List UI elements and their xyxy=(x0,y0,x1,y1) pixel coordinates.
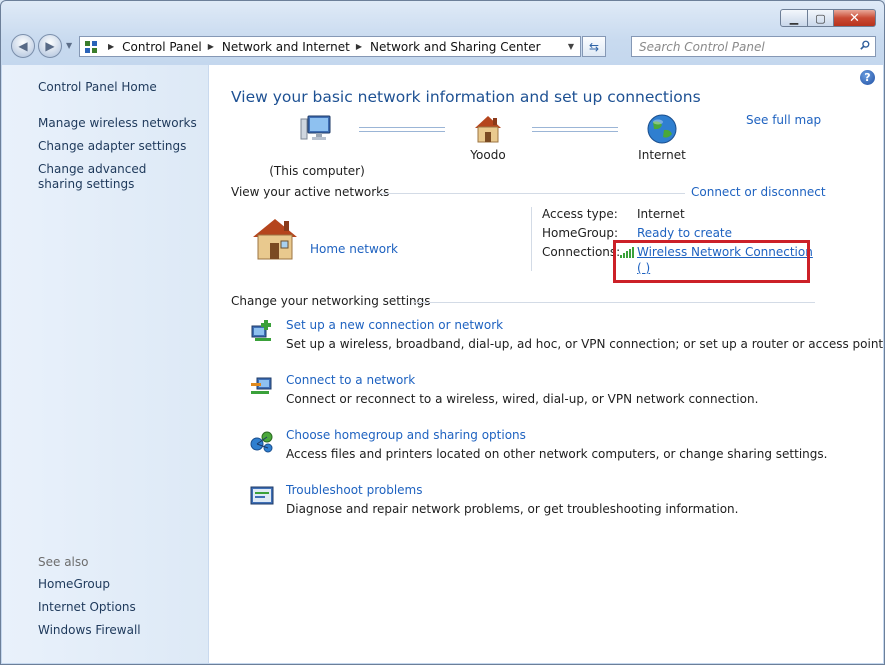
home-network-link[interactable]: Home network xyxy=(310,242,398,256)
internet-options-link[interactable]: Internet Options xyxy=(38,600,136,615)
access-type-label: Access type: xyxy=(542,207,618,221)
left-navigation-pane: Control Panel Home Manage wireless netwo… xyxy=(2,65,209,663)
chevron-right-icon[interactable]: ▶ xyxy=(208,42,214,51)
connect-or-disconnect-link[interactable]: Connect or disconnect xyxy=(691,185,826,199)
help-button[interactable]: ? xyxy=(860,70,875,85)
map-internet[interactable] xyxy=(639,113,685,148)
networking-settings-heading: Change your networking settings xyxy=(231,294,431,308)
section-divider xyxy=(413,302,815,303)
address-dropdown-button[interactable]: ▼ xyxy=(562,37,580,56)
troubleshoot-icon[interactable] xyxy=(249,483,275,509)
homegroup-link[interactable]: HomeGroup xyxy=(38,577,110,592)
troubleshoot-problems-link[interactable]: Troubleshoot problems xyxy=(286,483,422,497)
minimize-button[interactable]: ▁ xyxy=(780,9,808,27)
help-icon: ? xyxy=(864,71,871,84)
troubleshoot-problems-description: Diagnose and repair network problems, or… xyxy=(286,502,739,516)
maximize-button[interactable]: ▢ xyxy=(808,9,834,27)
map-computer[interactable] xyxy=(275,113,357,148)
homegroup-sharing-link[interactable]: Choose homegroup and sharing options xyxy=(286,428,526,442)
change-advanced-sharing-link[interactable]: Change advanced sharing settings xyxy=(38,162,188,192)
windows-firewall-link[interactable]: Windows Firewall xyxy=(38,623,141,638)
forward-button[interactable]: ▶ xyxy=(38,34,62,58)
homegroup-sharing-description: Access files and printers located on oth… xyxy=(286,447,828,461)
breadcrumb-network-and-internet[interactable]: Network and Internet xyxy=(222,40,350,54)
breadcrumb-network-and-sharing-center[interactable]: Network and Sharing Center xyxy=(370,40,541,54)
connect-to-network-link[interactable]: Connect to a network xyxy=(286,373,415,387)
internet-label: Internet xyxy=(638,148,686,162)
close-button[interactable]: ✕ xyxy=(834,9,876,27)
manage-wireless-networks-link[interactable]: Manage wireless networks xyxy=(38,116,197,131)
arrow-right-icon: ▶ xyxy=(45,39,55,53)
connect-network-icon[interactable] xyxy=(249,373,275,399)
network-sharing-center-window: ▁ ▢ ✕ ◀ ▶ ▼ ▶ Control Panel ▶ Network an… xyxy=(0,0,885,665)
chevron-right-icon[interactable]: ▶ xyxy=(356,42,362,51)
map-router[interactable] xyxy=(465,113,511,148)
search-icon[interactable] xyxy=(860,40,870,50)
computer-icon xyxy=(300,115,331,140)
refresh-icon: ⇆ xyxy=(588,39,600,54)
globe-icon xyxy=(647,114,677,144)
recent-pages-dropdown[interactable]: ▼ xyxy=(66,41,72,50)
map-connection-line xyxy=(359,127,445,132)
homegroup-label: HomeGroup: xyxy=(542,226,619,240)
computer-label: (This computer) xyxy=(269,164,365,178)
router-label: Yoodo xyxy=(470,148,506,162)
navigation-bar: ◀ ▶ ▼ ▶ Control Panel ▶ Network and Inte… xyxy=(9,34,876,60)
control-panel-home-link[interactable]: Control Panel Home xyxy=(38,80,157,95)
home-network-icon[interactable] xyxy=(249,215,301,263)
page-title: View your basic network information and … xyxy=(231,88,701,106)
chevron-right-icon[interactable]: ▶ xyxy=(108,42,114,51)
house-icon xyxy=(475,116,501,143)
see-also-heading: See also xyxy=(38,555,89,569)
caption-buttons: ▁ ▢ ✕ xyxy=(780,9,876,27)
active-networks-heading: View your active networks xyxy=(231,185,390,199)
setup-connection-description: Set up a wireless, broadband, dial-up, a… xyxy=(286,337,885,351)
connect-to-network-description: Connect or reconnect to a wireless, wire… xyxy=(286,392,759,406)
address-bar[interactable]: ▶ Control Panel ▶ Network and Internet ▶… xyxy=(79,36,581,57)
new-connection-icon[interactable] xyxy=(249,318,275,344)
see-full-map-link[interactable]: See full map xyxy=(746,113,821,127)
section-divider xyxy=(376,193,685,194)
map-connection-line xyxy=(532,127,618,132)
control-panel-icon xyxy=(84,40,98,54)
breadcrumb-control-panel[interactable]: Control Panel xyxy=(122,40,202,54)
ready-to-create-link[interactable]: Ready to create xyxy=(637,226,732,240)
connections-label: Connections: xyxy=(542,245,621,259)
refresh-button[interactable]: ⇆ xyxy=(582,36,606,57)
back-button[interactable]: ◀ xyxy=(11,34,35,58)
vertical-divider xyxy=(531,207,532,271)
setup-connection-link[interactable]: Set up a new connection or network xyxy=(286,318,503,332)
access-type-value: Internet xyxy=(637,207,685,221)
arrow-left-icon: ◀ xyxy=(18,39,28,53)
change-adapter-settings-link[interactable]: Change adapter settings xyxy=(38,139,186,154)
search-input[interactable]: Search Control Panel xyxy=(631,36,876,57)
main-content-pane: ? View your basic network information an… xyxy=(209,65,885,663)
highlight-annotation-box xyxy=(613,240,810,283)
homegroup-icon[interactable] xyxy=(249,428,275,454)
search-placeholder: Search Control Panel xyxy=(639,39,765,54)
